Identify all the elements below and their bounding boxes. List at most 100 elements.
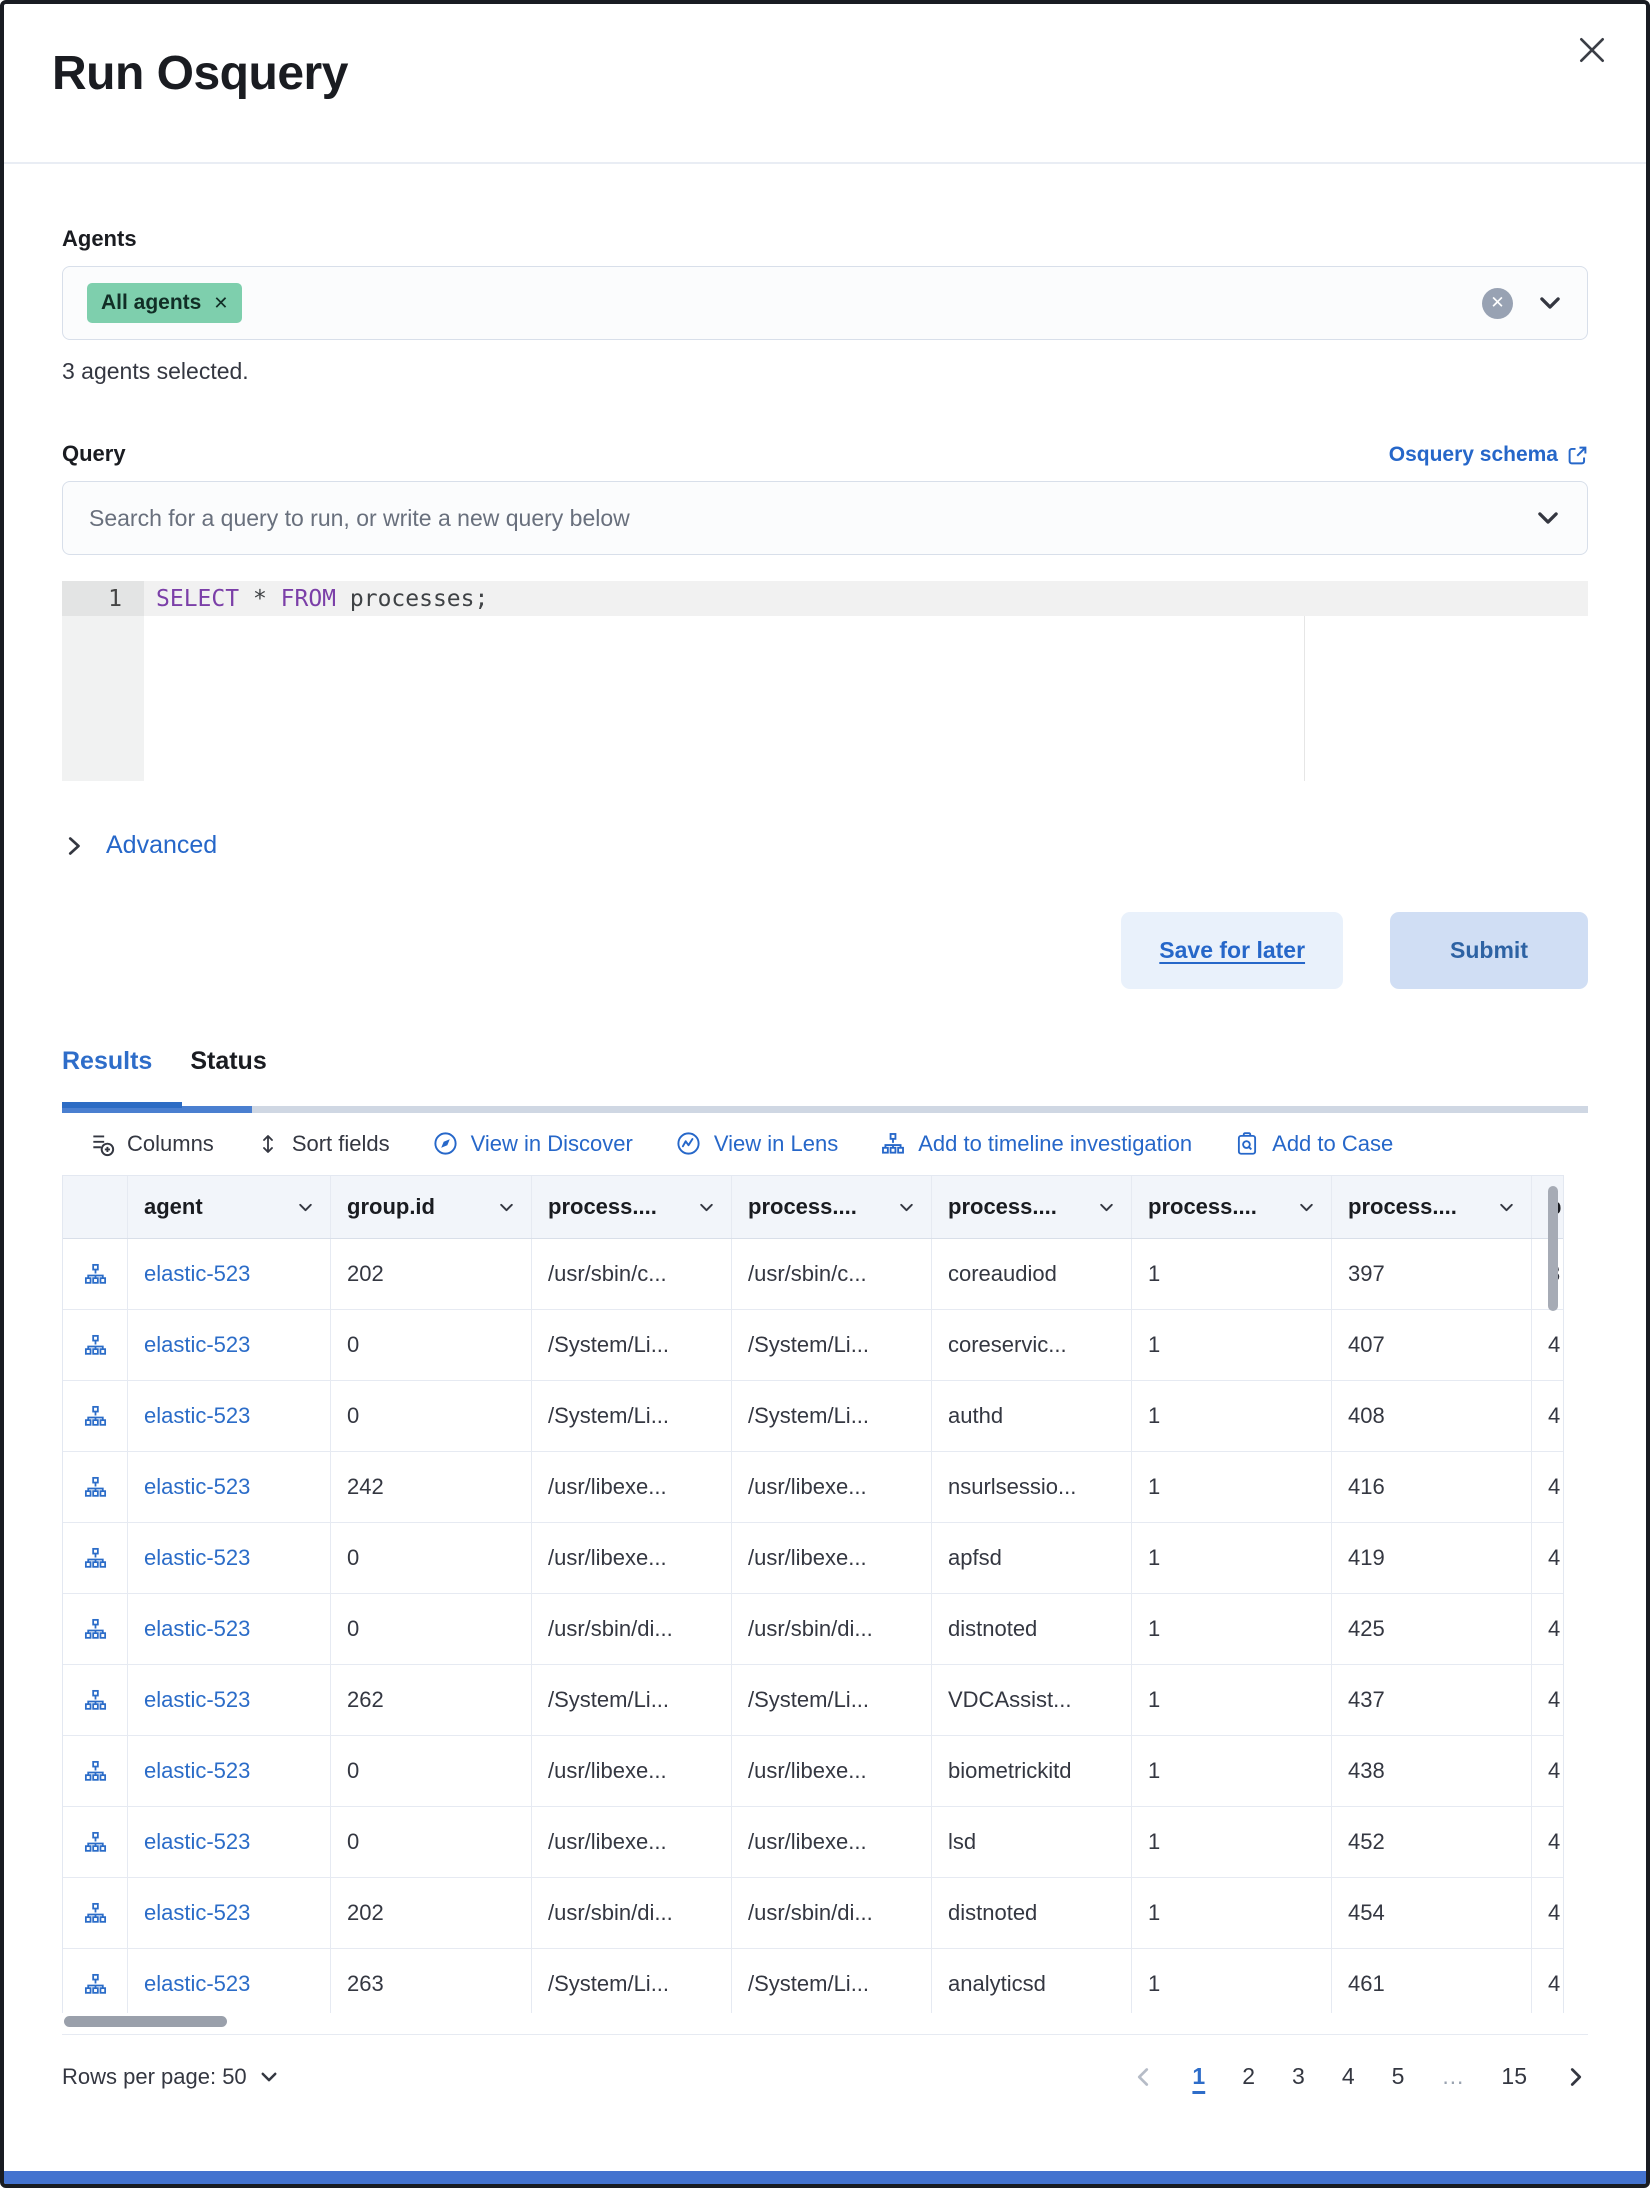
page-number-button[interactable]: 5 — [1392, 2063, 1405, 2090]
view-in-discover-button[interactable]: View in Discover — [432, 1130, 633, 1157]
lens-icon — [675, 1130, 702, 1157]
page-number-button[interactable]: 4 — [1342, 2063, 1355, 2090]
rows-per-page-button[interactable]: Rows per page: 50 — [62, 2064, 279, 2090]
agent-link[interactable]: elastic-523 — [144, 1687, 250, 1713]
cell: 1 — [1132, 1949, 1332, 2013]
agent-link[interactable]: elastic-523 — [144, 1971, 250, 1997]
cell: 407 — [1332, 1310, 1532, 1380]
table-row: elastic-523263/System/Li.../System/Li...… — [63, 1949, 1563, 2013]
agents-selected-badge[interactable]: All agents ✕ — [87, 283, 242, 323]
agent-link[interactable]: elastic-523 — [144, 1403, 250, 1429]
analyze-event-cell[interactable] — [63, 1310, 128, 1380]
cell: elastic-523 — [128, 1239, 331, 1309]
analyze-event-cell[interactable] — [63, 1665, 128, 1735]
agent-link[interactable]: elastic-523 — [144, 1900, 250, 1926]
analyze-event-icon — [83, 1262, 108, 1287]
advanced-accordion-toggle[interactable]: Advanced — [62, 831, 1588, 860]
cell: 0 — [331, 1594, 532, 1664]
header-cell[interactable]: process.... — [1332, 1176, 1532, 1238]
agent-link[interactable]: elastic-523 — [144, 1332, 250, 1358]
agents-combobox[interactable]: All agents ✕ ✕ — [62, 266, 1588, 340]
agent-link[interactable]: elastic-523 — [144, 1545, 250, 1571]
agents-label: Agents — [62, 226, 1588, 252]
chevron-right-icon — [62, 834, 86, 858]
chevron-down-icon[interactable] — [1537, 290, 1563, 316]
header-cell[interactable]: process.... — [732, 1176, 932, 1238]
close-button[interactable] — [1568, 26, 1616, 74]
analyze-event-cell[interactable] — [63, 1239, 128, 1309]
grid-horizontal-scrollbar-thumb[interactable] — [64, 2016, 227, 2027]
sort-icon — [256, 1132, 280, 1156]
cell: 4 — [1532, 1807, 1563, 1877]
header-cell[interactable]: agent — [128, 1176, 331, 1238]
header-cell[interactable]: group.id — [331, 1176, 532, 1238]
analyze-event-cell[interactable] — [63, 1878, 128, 1948]
query-label: Query — [62, 441, 126, 467]
sql-text: * — [239, 586, 281, 612]
cell: /usr/sbin/c... — [732, 1239, 932, 1309]
analyze-event-cell[interactable] — [63, 1736, 128, 1806]
header-label: agent — [144, 1194, 203, 1220]
agent-link[interactable]: elastic-523 — [144, 1758, 250, 1784]
column-actions-chevron-icon[interactable] — [297, 1199, 314, 1216]
page-number-button[interactable]: 1 — [1192, 2063, 1205, 2090]
analyze-event-cell[interactable] — [63, 1807, 128, 1877]
cell: 1 — [1132, 1381, 1332, 1451]
column-actions-chevron-icon[interactable] — [698, 1199, 715, 1216]
cell: coreservic... — [932, 1310, 1132, 1380]
table-row: elastic-523262/System/Li.../System/Li...… — [63, 1665, 1563, 1736]
tab-results[interactable]: Results — [62, 1047, 152, 1076]
column-actions-chevron-icon[interactable] — [1498, 1199, 1515, 1216]
cell: 263 — [331, 1949, 532, 2013]
analyze-event-cell[interactable] — [63, 1949, 128, 2013]
header-label: process.... — [548, 1194, 657, 1220]
analyze-event-cell[interactable] — [63, 1452, 128, 1522]
columns-button[interactable]: Columns — [89, 1131, 214, 1157]
column-actions-chevron-icon[interactable] — [1098, 1199, 1115, 1216]
cell: apfsd — [932, 1523, 1132, 1593]
clear-selection-icon[interactable]: ✕ — [1482, 288, 1513, 319]
grid-top-scrollbar-track[interactable] — [62, 1106, 1588, 1113]
cell: elastic-523 — [128, 1381, 331, 1451]
column-actions-chevron-icon[interactable] — [498, 1199, 515, 1216]
agent-link[interactable]: elastic-523 — [144, 1474, 250, 1500]
badge-remove-icon[interactable]: ✕ — [213, 293, 228, 314]
previous-page-button[interactable] — [1131, 2065, 1155, 2089]
cell: /usr/sbin/di... — [732, 1878, 932, 1948]
submit-button[interactable]: Submit — [1390, 912, 1588, 989]
page-number-button[interactable]: 3 — [1292, 2063, 1305, 2090]
page-number-button[interactable]: 2 — [1242, 2063, 1255, 2090]
agent-link[interactable]: elastic-523 — [144, 1829, 250, 1855]
osquery-schema-link[interactable]: Osquery schema — [1389, 443, 1588, 467]
header-cell[interactable]: process.... — [1132, 1176, 1332, 1238]
view-in-lens-button[interactable]: View in Lens — [675, 1130, 838, 1157]
analyze-event-cell[interactable] — [63, 1523, 128, 1593]
add-to-case-button[interactable]: Add to Case — [1234, 1131, 1393, 1157]
cell: 0 — [331, 1736, 532, 1806]
next-page-button[interactable] — [1564, 2065, 1588, 2089]
header-cell[interactable]: process.... — [932, 1176, 1132, 1238]
editor-content[interactable]: SELECT * FROM processes; — [144, 581, 1588, 781]
agent-link[interactable]: elastic-523 — [144, 1616, 250, 1642]
analyze-event-cell[interactable] — [63, 1381, 128, 1451]
page-number-button[interactable]: 15 — [1501, 2063, 1527, 2090]
table-row: elastic-523242/usr/libexe.../usr/libexe.… — [63, 1452, 1563, 1523]
agent-link[interactable]: elastic-523 — [144, 1261, 250, 1287]
saved-query-select[interactable]: Search for a query to run, or write a ne… — [62, 481, 1588, 555]
add-to-timeline-button[interactable]: Add to timeline investigation — [880, 1131, 1192, 1157]
query-code-editor[interactable]: 1 SELECT * FROM processes; — [62, 581, 1588, 781]
header-cell[interactable]: process.... — [532, 1176, 732, 1238]
header-label: process.... — [948, 1194, 1057, 1220]
chevron-down-icon[interactable] — [1535, 505, 1561, 531]
header-label: process.... — [1348, 1194, 1457, 1220]
tab-status[interactable]: Status — [190, 1047, 266, 1076]
chevron-right-icon — [1564, 2065, 1588, 2089]
grid-horizontal-scrollbar[interactable] — [62, 2014, 1564, 2030]
sort-fields-button[interactable]: Sort fields — [256, 1131, 390, 1157]
analyze-event-cell[interactable] — [63, 1594, 128, 1664]
grid-vertical-scrollbar-thumb[interactable] — [1548, 1186, 1558, 1311]
save-for-later-button[interactable]: Save for later — [1121, 912, 1343, 989]
chevron-left-icon — [1131, 2065, 1155, 2089]
column-actions-chevron-icon[interactable] — [898, 1199, 915, 1216]
column-actions-chevron-icon[interactable] — [1298, 1199, 1315, 1216]
